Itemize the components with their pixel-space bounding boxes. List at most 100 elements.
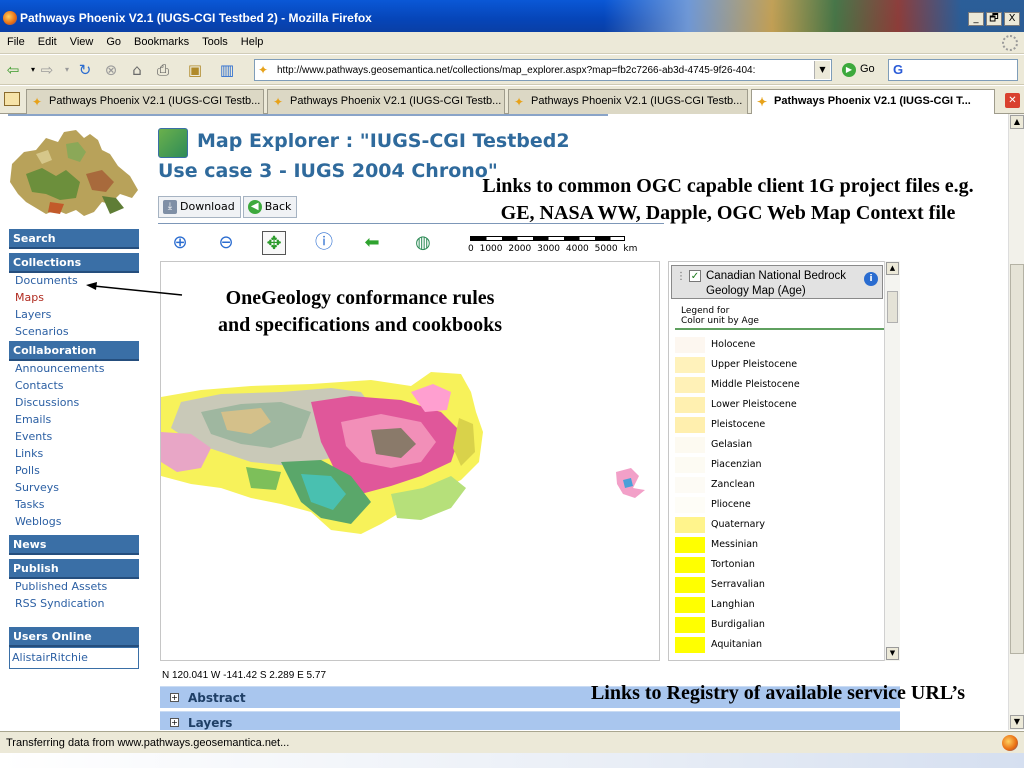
- status-text: Transferring data from www.pathways.geos…: [6, 737, 290, 749]
- tab-3[interactable]: ✦ Pathways Phoenix V2.1 (IUGS-CGI Testb..…: [508, 89, 748, 114]
- page-scrollbar[interactable]: ▲ ▼: [1008, 114, 1024, 730]
- pan-icon[interactable]: ✥: [262, 231, 286, 255]
- accordion-layers[interactable]: + Layers: [160, 711, 900, 730]
- sidebar-item-links[interactable]: Links: [9, 446, 139, 463]
- layer-name: Canadian National Bedrock Geology Map (A…: [706, 270, 847, 297]
- scroll-thumb[interactable]: [1010, 264, 1024, 654]
- reload-icon[interactable]: ↻: [76, 61, 94, 79]
- sidebar-item-contacts[interactable]: Contacts: [9, 378, 139, 395]
- sidebar-header-collaboration[interactable]: Collaboration: [9, 341, 139, 361]
- download-button[interactable]: ⤓ Download: [158, 196, 241, 218]
- expand-icon[interactable]: +: [170, 718, 179, 727]
- sidebar-item-weblogs[interactable]: Weblogs: [9, 514, 139, 531]
- menu-edit[interactable]: Edit: [31, 32, 63, 48]
- new-tab-icon[interactable]: [4, 92, 20, 106]
- tab-bar: ✦ Pathways Phoenix V2.1 (IUGS-CGI Testb..…: [0, 86, 1024, 115]
- scroll-up-icon[interactable]: ▲: [1010, 115, 1024, 129]
- legend-swatch: [675, 397, 705, 413]
- legend-swatch: [675, 337, 705, 353]
- annotation-arrow: [86, 282, 183, 296]
- sidebar-header-search[interactable]: Search: [9, 229, 139, 249]
- sidebar-header-publish[interactable]: Publish: [9, 559, 139, 579]
- scale-bar-labels: 0 1000 2000 3000 4000 5000 km: [468, 244, 638, 254]
- menu-bookmarks[interactable]: Bookmarks: [127, 32, 195, 48]
- search-input[interactable]: G: [888, 59, 1018, 81]
- legend-scroll-thumb[interactable]: [887, 291, 898, 323]
- previous-extent-icon[interactable]: ⬅: [360, 231, 384, 255]
- legend-item-label: Quaternary: [711, 519, 765, 530]
- sidebar-item-events[interactable]: Events: [9, 429, 139, 446]
- menu-view[interactable]: View: [63, 32, 100, 48]
- close-tab-icon[interactable]: ✕: [1005, 93, 1020, 108]
- info-icon[interactable]: ⓘ: [312, 231, 336, 255]
- go-arrow-icon: ▶: [842, 63, 856, 77]
- legend-item-label: Messinian: [711, 539, 759, 550]
- expand-icon[interactable]: +: [170, 693, 179, 702]
- go-button[interactable]: ▶ Go: [842, 63, 875, 77]
- zoom-out-icon[interactable]: ⊖: [214, 231, 238, 255]
- back-button[interactable]: ◀ Back: [242, 196, 298, 218]
- package-icon[interactable]: ▣: [186, 61, 204, 79]
- legend-scrollbar[interactable]: ▲ ▼: [884, 261, 900, 661]
- layer-visibility-checkbox[interactable]: ✓: [689, 270, 701, 282]
- sidebar-header-collections[interactable]: Collections: [9, 253, 139, 273]
- full-extent-globe-icon[interactable]: ◍: [411, 231, 435, 255]
- layer-info-icon[interactable]: i: [864, 272, 878, 286]
- close-window-button[interactable]: X: [1004, 12, 1020, 26]
- sidebar-item-layers[interactable]: Layers: [9, 307, 139, 324]
- sidebar-item-rss-syndication[interactable]: RSS Syndication: [9, 596, 139, 613]
- legend-caption-line1: Legend for: [681, 306, 730, 316]
- address-bar[interactable]: ✦ http://www.pathways.geosemantica.net/c…: [254, 59, 832, 81]
- back-arrow-icon[interactable]: ⇦: [4, 61, 22, 79]
- legend-item: Zanclean: [675, 475, 883, 495]
- legend-scroll-down-icon[interactable]: ▼: [886, 647, 899, 660]
- sidebar-item-polls[interactable]: Polls: [9, 463, 139, 480]
- sidebar-item-discussions[interactable]: Discussions: [9, 395, 139, 412]
- url-dropdown-icon[interactable]: ▼: [814, 61, 830, 79]
- menu-help[interactable]: Help: [234, 32, 270, 48]
- restore-button[interactable]: 🗗: [986, 12, 1002, 26]
- legend-item: Pliocene: [675, 495, 883, 515]
- google-search-icon[interactable]: G: [893, 62, 903, 77]
- legend-swatch: [675, 417, 705, 433]
- menu-go[interactable]: Go: [99, 32, 127, 48]
- minimize-button[interactable]: _: [968, 12, 984, 26]
- legend-item: Pleistocene: [675, 415, 883, 435]
- legend-item-label: Langhian: [711, 599, 755, 610]
- legend-item-label: Upper Pleistocene: [711, 359, 798, 370]
- legend-item-label: Gelasian: [711, 439, 753, 450]
- legend-swatch: [675, 597, 705, 613]
- throbber-icon: [1002, 35, 1018, 51]
- forward-arrow-icon[interactable]: ⇨: [38, 61, 56, 79]
- online-user[interactable]: AlistairRitchie: [9, 647, 139, 669]
- legend-layer-header[interactable]: ⋮⋮ ✓ Canadian National Bedrock Geology M…: [671, 265, 883, 299]
- sidebar-item-emails[interactable]: Emails: [9, 412, 139, 429]
- menu-tools[interactable]: Tools: [195, 32, 234, 48]
- legend-swatch: [675, 437, 705, 453]
- sidebar-item-surveys[interactable]: Surveys: [9, 480, 139, 497]
- sidebar-item-tasks[interactable]: Tasks: [9, 497, 139, 514]
- tab-4-active[interactable]: ✦ Pathways Phoenix V2.1 (IUGS-CGI T...: [751, 89, 995, 115]
- sidebar-item-published-assets[interactable]: Published Assets: [9, 579, 139, 596]
- legend-item-label: Pliocene: [711, 499, 751, 510]
- annotation-ogc-line1: Links to common OGC capable client 1G pr…: [482, 175, 974, 197]
- print-icon[interactable]: ⎙: [154, 61, 172, 79]
- legend-item-label: Pleistocene: [711, 419, 766, 430]
- sidebar-item-announcements[interactable]: Announcements: [9, 361, 139, 378]
- scroll-down-icon[interactable]: ▼: [1010, 715, 1024, 729]
- tab-2[interactable]: ✦ Pathways Phoenix V2.1 (IUGS-CGI Testb..…: [267, 89, 505, 114]
- legend-scroll-up-icon[interactable]: ▲: [886, 262, 899, 275]
- tab-1[interactable]: ✦ Pathways Phoenix V2.1 (IUGS-CGI Testb..…: [26, 89, 264, 114]
- sidebar-header-news[interactable]: News: [9, 535, 139, 555]
- legend-item: Quaternary: [675, 515, 883, 535]
- sidebar-toggle-icon[interactable]: ▥: [218, 61, 236, 79]
- accordion-abstract-title: Abstract: [188, 691, 246, 705]
- forward-history-dropdown-icon[interactable]: ▾: [58, 61, 76, 79]
- zoom-in-icon[interactable]: ⊕: [168, 231, 192, 255]
- home-icon[interactable]: ⌂: [128, 61, 146, 79]
- sidebar-item-scenarios[interactable]: Scenarios: [9, 324, 139, 341]
- menu-file[interactable]: File: [0, 32, 31, 48]
- stop-icon[interactable]: ⊗: [102, 61, 120, 79]
- legend-swatch: [675, 457, 705, 473]
- url-text[interactable]: http://www.pathways.geosemantica.net/col…: [277, 65, 815, 76]
